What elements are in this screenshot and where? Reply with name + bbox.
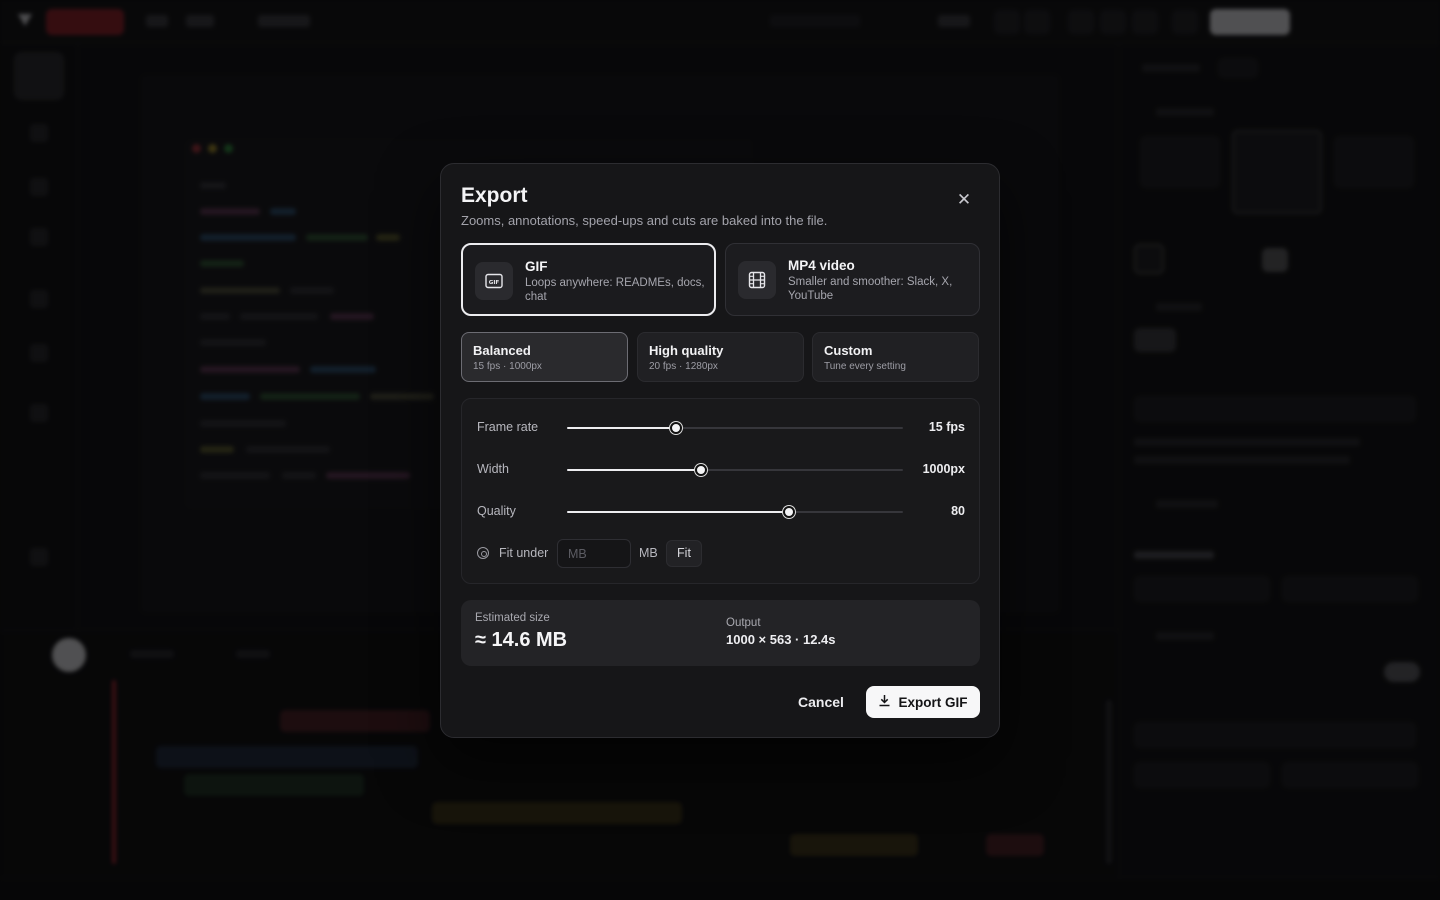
fit-button[interactable]: Fit [666, 540, 702, 567]
preset-name: Custom [824, 343, 873, 358]
preset-balanced[interactable]: Balanced 15 fps · 1000px [461, 332, 628, 382]
gif-icon: GIF [475, 262, 513, 300]
slider-thumb[interactable] [782, 506, 795, 518]
settings-panel: Frame rate 15 fps Width 1000px Quality 8… [461, 398, 980, 584]
quality-slider[interactable] [567, 504, 903, 520]
format-name: MP4 video [788, 258, 855, 273]
format-name: GIF [525, 259, 548, 274]
frame-rate-slider[interactable] [567, 420, 903, 436]
export-gif-button[interactable]: Export GIF [866, 686, 980, 718]
preset-high-quality[interactable]: High quality 20 fps · 1280px [637, 332, 804, 382]
format-description: Loops anywhere: READMEs, docs, chat [525, 277, 705, 303]
width-value: 1000px [922, 462, 965, 476]
estimated-size-value: ≈ 14.6 MB [475, 629, 568, 651]
export-gif-label: Export GIF [898, 694, 968, 710]
export-dialog: Export Zooms, annotations, speed-ups and… [440, 163, 1000, 738]
preset-description: Tune every setting [824, 361, 906, 372]
fit-unit-label: MB [639, 546, 658, 560]
frame-rate-label: Frame rate [477, 420, 539, 434]
film-icon [738, 261, 776, 299]
output-value: 1000 × 563 · 12.4s [726, 632, 836, 647]
quality-value: 80 [951, 504, 965, 518]
slider-fill [567, 427, 677, 429]
dialog-title: Export [461, 184, 528, 207]
slider-fill [567, 469, 702, 471]
estimated-size-label: Estimated size [475, 612, 550, 624]
download-icon [878, 694, 891, 710]
output-label: Output [726, 617, 761, 629]
slider-fill [567, 511, 789, 513]
preset-custom[interactable]: Custom Tune every setting [812, 332, 979, 382]
cancel-button[interactable]: Cancel [787, 686, 855, 718]
format-description: Smaller and smoother: Slack, X, YouTube [788, 276, 953, 302]
frame-rate-value: 15 fps [928, 420, 965, 434]
preset-name: Balanced [473, 343, 531, 358]
preset-description: 20 fps · 1280px [649, 361, 718, 372]
fit-under-label: Fit under [499, 546, 549, 560]
format-option-mp4[interactable]: MP4 video Smaller and smoother: Slack, X… [725, 243, 980, 316]
dialog-subtitle: Zooms, annotations, speed-ups and cuts a… [461, 213, 828, 228]
width-label: Width [477, 462, 509, 476]
fit-size-input[interactable] [557, 539, 631, 568]
preset-description: 15 fps · 1000px [473, 361, 542, 372]
svg-text:GIF: GIF [489, 280, 500, 286]
format-option-gif[interactable]: GIF GIF Loops anywhere: READMEs, docs, c… [461, 243, 716, 316]
width-slider[interactable] [567, 462, 903, 478]
target-icon [477, 547, 489, 559]
preset-name: High quality [649, 343, 724, 358]
quality-label: Quality [477, 504, 516, 518]
slider-thumb[interactable] [670, 422, 683, 434]
slider-thumb[interactable] [695, 464, 708, 476]
close-icon[interactable]: ✕ [952, 189, 976, 211]
export-summary: Estimated size ≈ 14.6 MB Output 1000 × 5… [461, 600, 980, 666]
